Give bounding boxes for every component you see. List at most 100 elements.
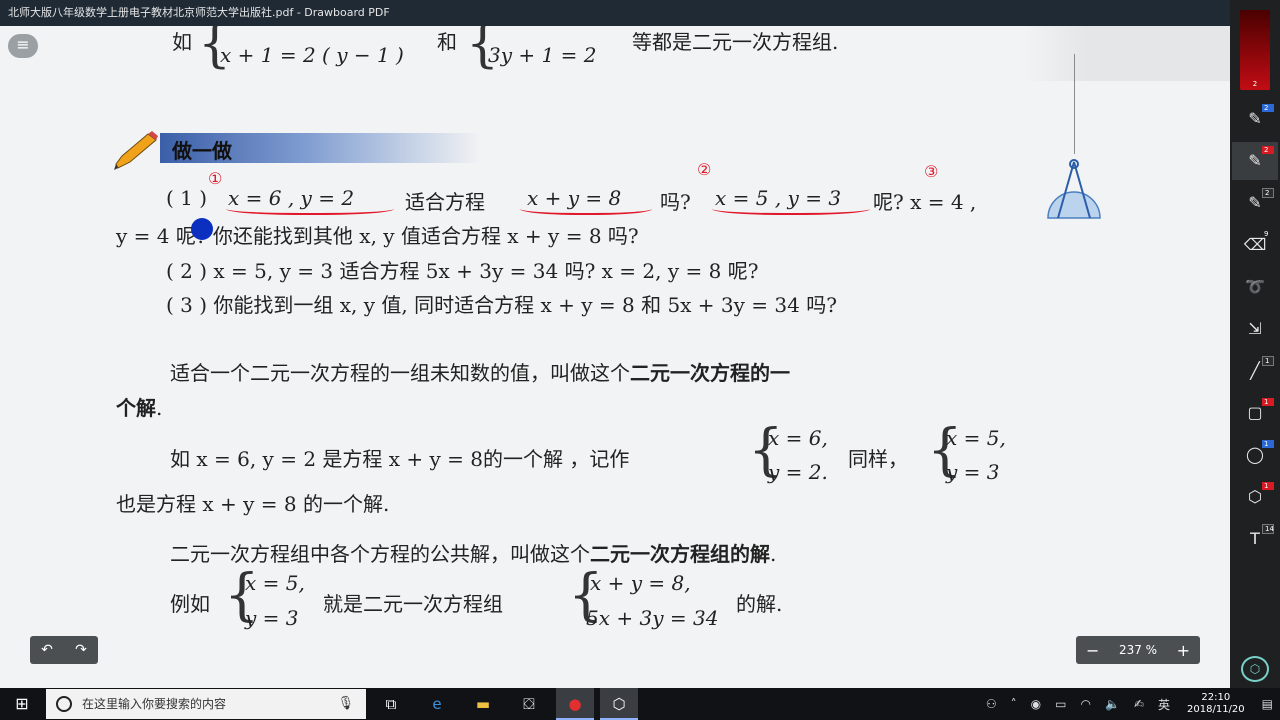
- select-icon[interactable]: ⇲: [1232, 310, 1278, 348]
- ex2-mid: 就是二元一次方程组: [323, 592, 503, 616]
- top-prefix: 如: [172, 30, 192, 54]
- top-and: 和: [437, 30, 457, 54]
- def1-period: .: [156, 396, 163, 420]
- top-system2-line2: 3y + 1 = 2: [488, 43, 597, 67]
- annotation-mark-1: ①: [208, 169, 223, 188]
- microphone-icon[interactable]: 🎙: [337, 689, 354, 719]
- pencil-icon: [114, 131, 158, 170]
- task-view-icon[interactable]: ⧉: [372, 688, 410, 720]
- clock[interactable]: 22:10 2018/11/20: [1187, 692, 1245, 716]
- ex2-end: 的解.: [736, 592, 783, 616]
- ex1-pre: 如 x = 6, y = 2 是方程 x + y = 8的一个解 ，记作: [170, 447, 630, 471]
- def1-bold-end: 个解: [116, 396, 156, 420]
- ex1-mid: 同样，: [848, 447, 908, 471]
- record-icon[interactable]: ◉: [1031, 697, 1041, 711]
- ex1-s2b: y = 3: [946, 460, 1000, 484]
- window-title: 北师大版八年级数学上册电子教材北京师范大学出版社.pdf - Drawboard…: [8, 6, 390, 19]
- store-icon[interactable]: ⛋: [510, 688, 548, 720]
- volume-icon[interactable]: 🔈: [1105, 697, 1120, 711]
- ime-indicator[interactable]: 英: [1158, 696, 1170, 713]
- def1-line1: 适合一个二元一次方程的一组未知数的值，叫做这个二元一次方程的一: [170, 357, 790, 386]
- color-badge: 2: [1252, 80, 1258, 88]
- q1-eq2: x + y = 8: [527, 186, 622, 210]
- system-tray: ⚇ ˄ ◉ ▭ ◠ 🔈 ✍ 英 22:10 2018/11/20 ▤: [979, 688, 1280, 720]
- chevron-up-icon[interactable]: ˄: [1011, 697, 1017, 711]
- settings-icon[interactable]: ⬡: [1241, 656, 1269, 682]
- section-header: 做一做: [160, 133, 480, 163]
- zoom-in-button[interactable]: +: [1177, 641, 1190, 660]
- ex1-s1a: x = 6,: [768, 426, 828, 450]
- notifications-icon[interactable]: ▤: [1262, 697, 1273, 711]
- undo-button[interactable]: ↶: [41, 642, 53, 658]
- def1-text: 适合一个二元一次方程的一组未知数的值，叫做这个: [170, 361, 630, 385]
- windows-taskbar: ⊞ 在这里输入你要搜索的内容 🎙 ⧉ e ▬ ⛋ ● ⬡ ⚇ ˄ ◉ ▭ ◠ 🔈…: [0, 688, 1280, 720]
- clock-date: 2018/11/20: [1187, 704, 1245, 715]
- zoom-level[interactable]: 237 %: [1119, 643, 1157, 657]
- annotation-mark-2: ②: [697, 160, 712, 179]
- ex2-s2b: 5x + 3y = 34: [586, 606, 719, 630]
- tool-badge: 2: [1262, 146, 1274, 154]
- lasso-icon[interactable]: ➰: [1232, 268, 1278, 306]
- red-underline: [226, 209, 394, 215]
- def1-line2: 个解.: [116, 392, 162, 421]
- people-icon[interactable]: ⚇: [986, 697, 997, 711]
- hamburger-menu-icon[interactable]: ≡: [8, 34, 38, 58]
- q1-eq3: x = 5 , y = 3: [715, 186, 842, 210]
- clock-time: 22:10: [1201, 692, 1231, 703]
- zoom-out-button[interactable]: −: [1086, 641, 1099, 660]
- tool-badge: 1: [1262, 356, 1274, 366]
- q1-eq1: x = 6 , y = 2: [228, 186, 355, 210]
- zoom-control: − 237 % +: [1076, 636, 1200, 664]
- network-icon[interactable]: ◠: [1081, 697, 1091, 711]
- ex1-line2: 也是方程 x + y = 8 的一个解.: [116, 492, 390, 516]
- battery-icon[interactable]: ▭: [1055, 697, 1066, 711]
- windows-start-icon[interactable]: ⊞: [0, 688, 44, 720]
- def1-bold: 二元一次方程的一: [630, 361, 790, 385]
- pdf-canvas[interactable]: ≡ 如 { x + 1 = 2 ( y − 1 ) 和 { 3y + 1 = 2…: [0, 26, 1230, 688]
- ex2-s1b: y = 3: [245, 606, 299, 630]
- pen-icon[interactable]: ✍: [1134, 697, 1144, 711]
- tool-badge: 1: [1262, 482, 1274, 490]
- q1-text3: 呢? x = 4 ,: [873, 190, 977, 214]
- undo-redo-group: ↶ ↷: [30, 636, 98, 664]
- def2-period: .: [770, 542, 777, 566]
- ex1-s2a: x = 5,: [946, 426, 1006, 450]
- window-titlebar: 北师大版八年级数学上册电子教材北京师范大学出版社.pdf - Drawboard…: [0, 0, 1230, 26]
- ex2-s2a: x + y = 8,: [590, 571, 691, 595]
- tool-badge: 14: [1262, 524, 1274, 534]
- recorder-app-icon[interactable]: ●: [556, 688, 594, 720]
- overlay-fade: [1025, 26, 1230, 81]
- section-title: 做一做: [172, 139, 232, 163]
- tool-badge: 1: [1262, 398, 1274, 406]
- q2: ( 2 ) x = 5, y = 3 适合方程 5x + 3y = 34 吗? …: [166, 259, 759, 283]
- tool-badge: 9: [1264, 230, 1269, 238]
- cursor-dot: [191, 218, 213, 240]
- annotation-mark-3: ③: [924, 162, 939, 181]
- ex1-s1b: y = 2.: [768, 460, 828, 484]
- q1-text1: 适合方程: [405, 190, 485, 214]
- def2-bold: 二元一次方程组的解: [590, 542, 770, 566]
- tool-badge: 1: [1262, 440, 1274, 448]
- color-picker[interactable]: 2: [1240, 10, 1270, 90]
- cortana-icon: [56, 696, 72, 712]
- taskbar-search[interactable]: 在这里输入你要搜索的内容 🎙: [46, 689, 366, 719]
- file-explorer-icon[interactable]: ▬: [464, 688, 502, 720]
- compass-icon[interactable]: [1044, 156, 1104, 226]
- tool-badge: 2: [1262, 188, 1274, 198]
- red-underline: [520, 209, 652, 215]
- tool-badge: 2: [1262, 104, 1274, 112]
- red-underline: [712, 209, 870, 215]
- search-placeholder: 在这里输入你要搜索的内容: [82, 697, 227, 711]
- top-system1-line2: x + 1 = 2 ( y − 1 ): [220, 43, 404, 67]
- ex2-pre: 例如: [170, 592, 210, 616]
- edge-browser-icon[interactable]: e: [418, 688, 456, 720]
- ex2-s1a: x = 5,: [245, 571, 305, 595]
- top-suffix: 等都是二元一次方程组.: [632, 30, 839, 54]
- q1-label: ( 1 ): [166, 186, 208, 210]
- redo-button[interactable]: ↷: [75, 642, 87, 658]
- q1-text2: 吗?: [660, 190, 691, 214]
- def2-line: 二元一次方程组中各个方程的公共解，叫做这个二元一次方程组的解.: [170, 538, 776, 567]
- drawboard-app-icon[interactable]: ⬡: [600, 688, 638, 720]
- ruler-line: [1074, 54, 1075, 154]
- q3: ( 3 ) 你能找到一组 x, y 值, 同时适合方程 x + y = 8 和 …: [166, 293, 837, 317]
